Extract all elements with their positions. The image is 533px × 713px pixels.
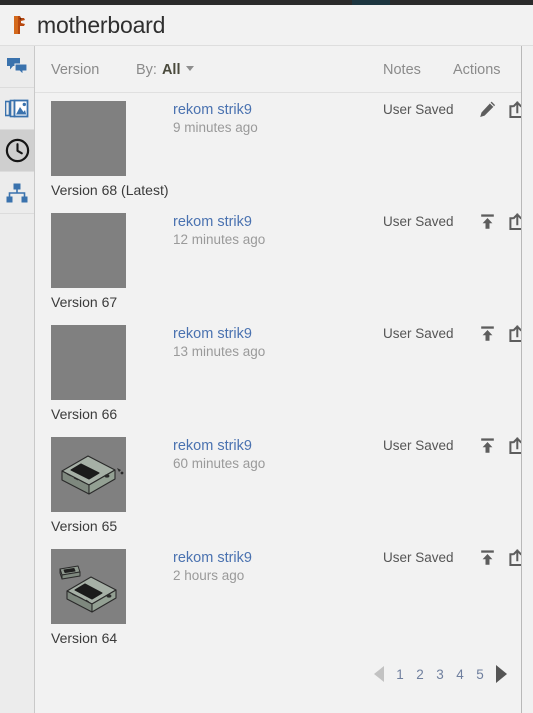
- table-row: Version 64 rekom strik9 2 hours ago User…: [35, 541, 521, 653]
- version-thumbnail-cell: Version 68 (Latest): [51, 101, 169, 198]
- version-thumbnail-cell: Version 67: [51, 213, 126, 310]
- sidebar-item-structure[interactable]: [0, 172, 34, 214]
- version-label: Version 68 (Latest): [51, 182, 169, 198]
- version-meta: rekom strik9 9 minutes ago: [173, 102, 258, 137]
- table-row: Version 68 (Latest) rekom strik9 9 minut…: [35, 93, 521, 205]
- notes-text: User Saved: [383, 326, 454, 341]
- version-thumbnail-cell: Version 65: [51, 437, 126, 534]
- blank-gray-thumbnail[interactable]: [51, 325, 126, 400]
- restore-icon[interactable]: [477, 323, 498, 344]
- version-meta: rekom strik9 60 minutes ago: [173, 438, 265, 473]
- version-list-panel: Version By: All Notes Actions Version 68 …: [35, 46, 522, 713]
- row-actions: [477, 547, 521, 568]
- pagination-page-1[interactable]: 1: [390, 667, 410, 682]
- version-history-window: motherboard Version By: All Notes Action…: [0, 0, 533, 713]
- restore-icon[interactable]: [477, 547, 498, 568]
- sidebar-rail: [0, 46, 35, 713]
- column-header-notes: Notes: [383, 62, 421, 78]
- hierarchy-icon: [6, 183, 28, 203]
- page-title: motherboard: [37, 11, 166, 38]
- sidebar-item-renders[interactable]: [0, 88, 34, 130]
- sidebar-item-comments[interactable]: [0, 46, 34, 88]
- version-meta: rekom strik9 13 minutes ago: [173, 326, 265, 361]
- app-header: motherboard: [0, 5, 533, 46]
- restore-icon[interactable]: [477, 435, 498, 456]
- version-meta: rekom strik9 12 minutes ago: [173, 214, 265, 249]
- notes-text: User Saved: [383, 438, 454, 453]
- timestamp: 12 minutes ago: [173, 232, 266, 247]
- filter-by-value: All: [161, 62, 181, 78]
- version-label: Version 67: [51, 294, 118, 310]
- pagination-page-3[interactable]: 3: [430, 667, 450, 682]
- cad-model-with-part-thumbnail[interactable]: [51, 549, 126, 624]
- pagination-prev-button[interactable]: [368, 663, 390, 685]
- share-icon[interactable]: [507, 547, 521, 568]
- pagination-page-2[interactable]: 2: [410, 667, 430, 682]
- version-rows: Version 68 (Latest) rekom strik9 9 minut…: [35, 93, 521, 653]
- share-icon[interactable]: [507, 435, 521, 456]
- cad-model-thumbnail[interactable]: [51, 437, 126, 512]
- share-icon[interactable]: [507, 99, 521, 120]
- author-link[interactable]: rekom strik9: [173, 438, 265, 455]
- notes-text: User Saved: [383, 102, 454, 117]
- author-link[interactable]: rekom strik9: [173, 550, 252, 567]
- triangle-right-icon: [495, 665, 507, 683]
- restore-icon[interactable]: [477, 211, 498, 232]
- author-link[interactable]: rekom strik9: [173, 326, 265, 343]
- clock-icon: [5, 138, 30, 163]
- row-actions: [477, 211, 521, 232]
- right-gutter: [522, 46, 533, 713]
- pagination-next-button[interactable]: [490, 663, 512, 685]
- share-icon[interactable]: [507, 211, 521, 232]
- share-icon[interactable]: [507, 323, 521, 344]
- version-meta: rekom strik9 2 hours ago: [173, 550, 252, 585]
- blank-gray-thumbnail[interactable]: [51, 213, 126, 288]
- timestamp: 13 minutes ago: [173, 344, 266, 359]
- author-link[interactable]: rekom strik9: [173, 214, 265, 231]
- notes-text: User Saved: [383, 214, 454, 229]
- timestamp: 2 hours ago: [173, 568, 245, 583]
- beaver-logo-icon: [8, 13, 30, 37]
- triangle-left-icon: [374, 666, 384, 682]
- version-label: Version 64: [51, 630, 118, 646]
- pagination-page-4[interactable]: 4: [450, 667, 470, 682]
- row-actions: [477, 99, 521, 120]
- table-row: Version 65 rekom strik9 60 minutes ago U…: [35, 429, 521, 541]
- chat-bubbles-icon: [6, 57, 28, 77]
- table-header: Version By: All Notes Actions: [35, 46, 521, 93]
- timestamp: 60 minutes ago: [173, 456, 266, 471]
- version-thumbnail-cell: Version 64: [51, 549, 126, 646]
- timestamp: 9 minutes ago: [173, 120, 258, 135]
- version-label: Version 65: [51, 518, 118, 534]
- row-actions: [477, 435, 521, 456]
- sidebar-item-versions[interactable]: [0, 130, 34, 172]
- filter-by-label: By:: [136, 62, 157, 78]
- chevron-down-icon: [186, 66, 195, 71]
- column-header-version: Version: [51, 62, 100, 78]
- table-row: Version 66 rekom strik9 13 minutes ago U…: [35, 317, 521, 429]
- author-link[interactable]: rekom strik9: [173, 102, 258, 119]
- pagination-page-5[interactable]: 5: [470, 667, 490, 682]
- row-actions: [477, 323, 521, 344]
- filter-by-dropdown[interactable]: By: All: [136, 62, 195, 78]
- version-label: Version 66: [51, 406, 118, 422]
- column-header-actions: Actions: [453, 62, 501, 78]
- notes-text: User Saved: [383, 550, 454, 565]
- blank-gray-thumbnail[interactable]: [51, 101, 126, 176]
- image-stack-icon: [5, 98, 29, 119]
- table-row: Version 67 rekom strik9 12 minutes ago U…: [35, 205, 521, 317]
- pencil-icon[interactable]: [477, 99, 498, 120]
- version-thumbnail-cell: Version 66: [51, 325, 126, 422]
- pagination: 1 2 3 4 5: [35, 661, 521, 687]
